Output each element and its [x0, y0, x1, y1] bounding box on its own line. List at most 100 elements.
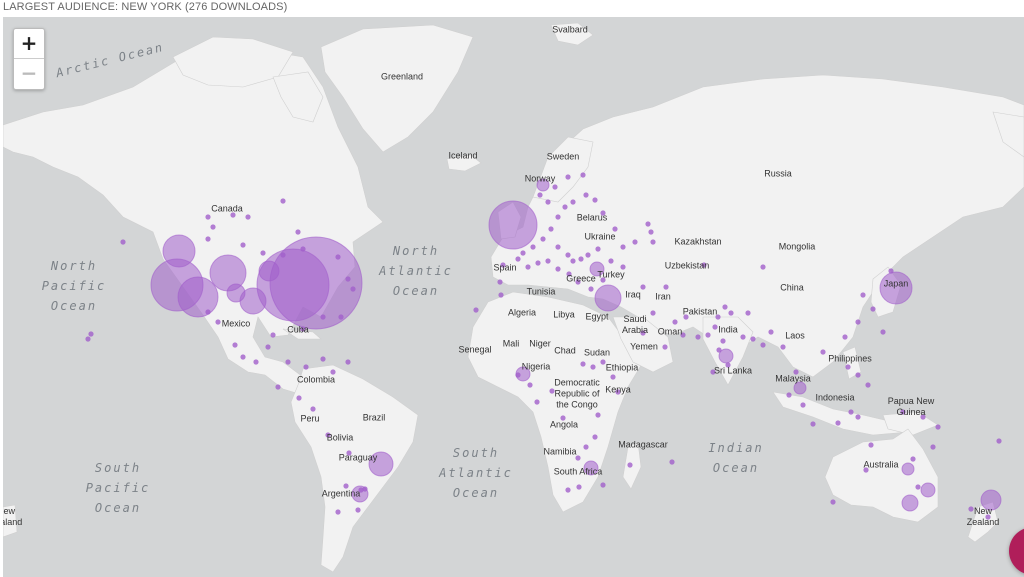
audience-bubble-small[interactable] — [555, 214, 561, 220]
audience-bubble-small[interactable] — [565, 487, 571, 493]
audience-bubble-small[interactable] — [848, 409, 854, 415]
audience-bubble-small[interactable] — [845, 364, 851, 370]
audience-bubble-small[interactable] — [525, 264, 531, 270]
audience-bubble-small[interactable] — [580, 361, 586, 367]
audience-bubble-small[interactable] — [85, 336, 91, 342]
audience-bubble-small[interactable] — [705, 332, 711, 338]
audience-bubble-large[interactable] — [594, 284, 622, 312]
audience-bubble-small[interactable] — [650, 310, 656, 316]
audience-bubble-small[interactable] — [650, 239, 656, 245]
audience-bubble-small[interactable] — [595, 412, 601, 418]
audience-bubble-small[interactable] — [527, 382, 533, 388]
audience-bubble-small[interactable] — [915, 484, 921, 490]
audience-bubble-small[interactable] — [548, 226, 554, 232]
audience-bubble-small[interactable] — [640, 284, 646, 290]
audience-bubble-small[interactable] — [868, 442, 874, 448]
audience-bubble-small[interactable] — [345, 359, 351, 365]
audience-bubble-small[interactable] — [578, 256, 584, 262]
audience-bubble-small[interactable] — [870, 306, 876, 312]
audience-bubble-small[interactable] — [855, 414, 861, 420]
audience-bubble-small[interactable] — [722, 304, 728, 310]
audience-bubble-small[interactable] — [740, 334, 746, 340]
audience-bubble-small[interactable] — [310, 406, 316, 412]
audience-bubble-small[interactable] — [645, 221, 651, 227]
audience-bubble-small[interactable] — [275, 384, 281, 390]
audience-bubble-small[interactable] — [320, 356, 326, 362]
audience-bubble-small[interactable] — [120, 239, 126, 245]
audience-bubble-large[interactable] — [177, 276, 219, 318]
audience-bubble-small[interactable] — [760, 342, 766, 348]
audience-bubble-small[interactable] — [888, 268, 894, 274]
audience-bubble-small[interactable] — [750, 336, 756, 342]
audience-bubble-small[interactable] — [830, 499, 836, 505]
audience-bubble-small[interactable] — [300, 246, 306, 252]
audience-bubble-small[interactable] — [800, 402, 806, 408]
audience-bubble-small[interactable] — [728, 310, 734, 316]
audience-bubble-small[interactable] — [497, 279, 503, 285]
audience-bubble-small[interactable] — [345, 276, 351, 282]
audience-bubble-small[interactable] — [240, 242, 246, 248]
audience-bubble-small[interactable] — [595, 246, 601, 252]
audience-bubble-small[interactable] — [810, 421, 816, 427]
audience-bubble-small[interactable] — [565, 252, 571, 258]
audience-bubble-small[interactable] — [768, 329, 774, 335]
audience-bubble-small[interactable] — [260, 250, 266, 256]
audience-bubble-small[interactable] — [662, 344, 668, 350]
audience-bubble-small[interactable] — [669, 459, 675, 465]
audience-bubble-small[interactable] — [555, 244, 561, 250]
audience-bubble-small[interactable] — [565, 174, 571, 180]
audience-bubble-small[interactable] — [335, 254, 341, 260]
audience-bubble-small[interactable] — [88, 331, 94, 337]
audience-bubble-small[interactable] — [880, 329, 886, 335]
audience-bubble-small[interactable] — [648, 229, 654, 235]
audience-bubble-small[interactable] — [555, 266, 561, 272]
zoom-in-button[interactable]: + — [14, 29, 44, 58]
zoom-out-button[interactable]: − — [14, 58, 44, 88]
audience-bubble-small[interactable] — [335, 509, 341, 515]
audience-bubble-small[interactable] — [663, 284, 669, 290]
audience-bubble-small[interactable] — [245, 214, 251, 220]
audience-bubble-small[interactable] — [338, 314, 344, 320]
audience-bubble-small[interactable] — [552, 184, 558, 190]
audience-bubble-small[interactable] — [835, 420, 841, 426]
audience-bubble-small[interactable] — [545, 258, 551, 264]
audience-bubble-small[interactable] — [608, 258, 614, 264]
audience-bubble-small[interactable] — [865, 382, 871, 388]
audience-bubble-large[interactable] — [162, 234, 196, 268]
world-map[interactable]: + − Svalbard Greenland Iceland Sweden Norway… — [3, 17, 1024, 577]
audience-bubble-small[interactable] — [842, 334, 848, 340]
audience-bubble-small[interactable] — [270, 332, 276, 338]
audience-bubble-small[interactable] — [592, 197, 598, 203]
audience-bubble-small[interactable] — [820, 349, 826, 355]
audience-bubble-small[interactable] — [520, 250, 526, 256]
audience-bubble-small[interactable] — [534, 399, 540, 405]
audience-bubble-small[interactable] — [620, 244, 626, 250]
audience-bubble-small[interactable] — [205, 236, 211, 242]
audience-bubble-large[interactable] — [901, 494, 919, 512]
audience-bubble-small[interactable] — [910, 456, 916, 462]
audience-bubble-small[interactable] — [473, 307, 479, 313]
audience-bubble-small[interactable] — [498, 292, 504, 298]
audience-bubble-small[interactable] — [205, 309, 211, 315]
audience-bubble-small[interactable] — [295, 229, 301, 235]
audience-bubble-small[interactable] — [935, 424, 941, 430]
audience-bubble-small[interactable] — [320, 314, 326, 320]
audience-bubble-small[interactable] — [570, 199, 576, 205]
audience-bubble-large[interactable] — [488, 200, 538, 250]
audience-bubble-small[interactable] — [627, 462, 633, 468]
audience-bubble-small[interactable] — [562, 204, 568, 210]
audience-bubble-small[interactable] — [515, 372, 521, 378]
audience-bubble-large[interactable] — [901, 462, 915, 476]
audience-bubble-small[interactable] — [530, 244, 536, 250]
audience-bubble-small[interactable] — [695, 334, 701, 340]
audience-bubble-small[interactable] — [610, 374, 616, 380]
audience-bubble-small[interactable] — [580, 172, 586, 178]
audience-bubble-large[interactable] — [258, 260, 280, 282]
audience-bubble-large[interactable] — [226, 283, 246, 303]
audience-bubble-small[interactable] — [632, 239, 638, 245]
audience-bubble-small[interactable] — [786, 392, 792, 398]
audience-bubble-small[interactable] — [540, 236, 546, 242]
audience-bubble-small[interactable] — [712, 324, 718, 330]
audience-bubble-small[interactable] — [240, 354, 246, 360]
audience-bubble-small[interactable] — [253, 359, 259, 365]
